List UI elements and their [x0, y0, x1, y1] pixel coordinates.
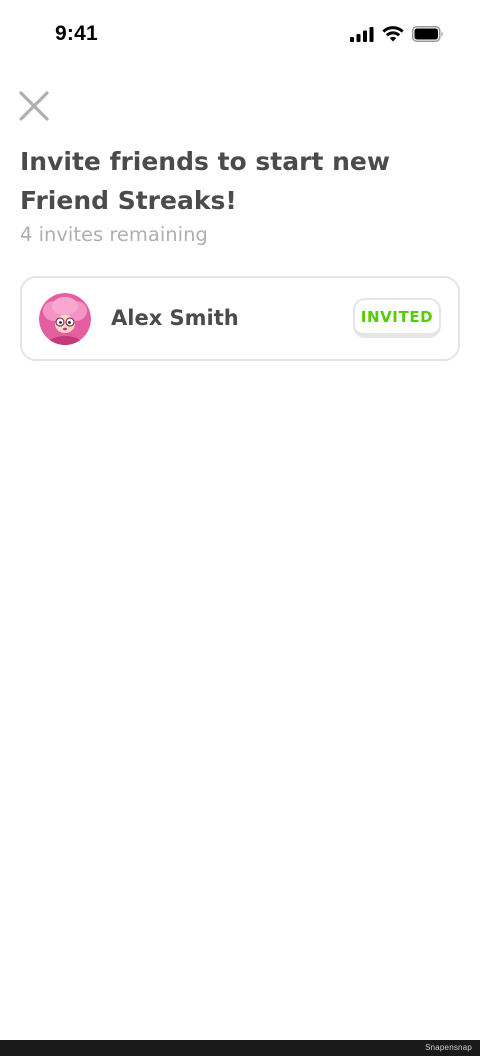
watermark-text: Snapensnap	[425, 1043, 472, 1052]
wifi-icon	[382, 26, 404, 42]
status-icons	[350, 26, 444, 42]
close-button[interactable]	[17, 89, 51, 123]
invites-remaining-text: 4 invites remaining	[20, 223, 208, 246]
avatar	[39, 293, 91, 345]
cellular-signal-icon	[350, 27, 374, 42]
invite-friends-screen: 9:41 Invite friends to start new Friend …	[0, 0, 480, 1056]
friend-card: Alex Smith INVITED	[20, 276, 460, 361]
friend-name: Alex Smith	[111, 306, 239, 330]
status-time: 9:41	[55, 22, 98, 45]
battery-icon	[412, 26, 443, 42]
invited-button-label: INVITED	[360, 307, 434, 326]
status-bar: 9:41	[0, 0, 480, 72]
page-title: Invite friends to start new Friend Strea…	[20, 147, 390, 215]
close-icon	[19, 91, 49, 121]
character-avatar-icon	[39, 293, 91, 345]
invited-button[interactable]: INVITED	[353, 298, 441, 338]
footer-bar: Snapensnap	[0, 1040, 480, 1056]
